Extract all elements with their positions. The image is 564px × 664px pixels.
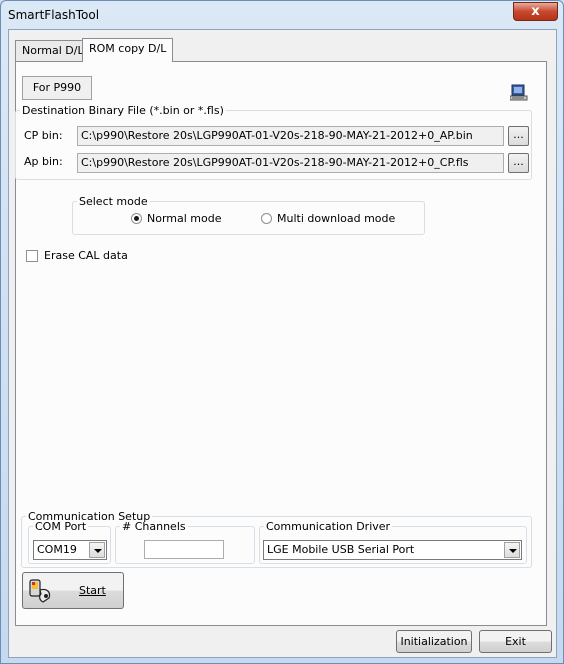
communication-driver-select[interactable]: LGE Mobile USB Serial Port: [263, 540, 522, 560]
com-port-value: COM19: [37, 543, 77, 556]
close-button[interactable]: x: [513, 2, 558, 21]
com-port-select[interactable]: COM19: [33, 540, 107, 560]
multi-download-mode-label: Multi download mode: [277, 212, 396, 225]
start-label: Start: [79, 584, 106, 597]
ap-bin-path-field[interactable]: C:\p990\Restore 20s\LGP990AT-01-V20s-218…: [77, 153, 504, 173]
multi-download-mode-radio[interactable]: [261, 213, 272, 224]
destination-legend: Destination Binary File (*.bin or *.fls): [22, 104, 224, 117]
initialization-button[interactable]: Initialization: [396, 630, 472, 653]
start-button[interactable]: Start: [22, 572, 124, 609]
cp-bin-path-field[interactable]: C:\p990\Restore 20s\LGP990AT-01-V20s-218…: [77, 126, 504, 146]
ap-browse-button[interactable]: ...: [508, 153, 529, 173]
device-label-text: For P990: [32, 81, 82, 94]
window-title: SmartFlashTool: [8, 8, 100, 22]
computer-icon[interactable]: [510, 84, 528, 102]
flash-phone-icon: [29, 579, 51, 603]
channels-input[interactable]: [144, 540, 224, 559]
cp-bin-path: C:\p990\Restore 20s\LGP990AT-01-V20s-218…: [81, 129, 473, 142]
select-mode-legend: Select mode: [79, 195, 148, 208]
chevron-down-icon[interactable]: [504, 542, 520, 558]
exit-label: Exit: [505, 635, 526, 648]
dialog-client-area: Normal D/L ROM copy D/L For P990 Destina…: [8, 29, 557, 658]
cp-browse-button[interactable]: ...: [508, 126, 529, 146]
initialization-label: Initialization: [400, 635, 468, 648]
browse-label: ...: [513, 155, 524, 168]
title-bar[interactable]: SmartFlashTool x: [1, 1, 563, 29]
app-window: SmartFlashTool x Normal D/L ROM copy D/L…: [0, 0, 564, 664]
tab-label: ROM copy D/L: [89, 42, 167, 55]
tab-label: Normal D/L: [22, 44, 84, 57]
com-port-legend: COM Port: [35, 520, 87, 533]
normal-mode-radio[interactable]: [131, 213, 142, 224]
erase-cal-checkbox[interactable]: [26, 250, 38, 262]
communication-driver-legend: Communication Driver: [266, 520, 391, 533]
exit-button[interactable]: Exit: [479, 630, 552, 653]
communication-driver-value: LGE Mobile USB Serial Port: [267, 543, 415, 556]
browse-label: ...: [513, 128, 524, 141]
close-icon: x: [531, 4, 540, 19]
chevron-down-icon[interactable]: [89, 542, 105, 558]
normal-mode-label: Normal mode: [147, 212, 222, 225]
erase-cal-label: Erase CAL data: [44, 249, 128, 262]
tab-rom-copy-dl[interactable]: ROM copy D/L: [82, 38, 174, 62]
cp-bin-label: CP bin:: [24, 129, 63, 142]
tab-normal-dl[interactable]: Normal D/L: [15, 40, 91, 61]
ap-bin-label: Ap bin:: [24, 155, 63, 168]
channels-legend: # Channels: [122, 520, 186, 533]
device-label: For P990: [22, 76, 92, 100]
ap-bin-path: C:\p990\Restore 20s\LGP990AT-01-V20s-218…: [81, 156, 469, 169]
